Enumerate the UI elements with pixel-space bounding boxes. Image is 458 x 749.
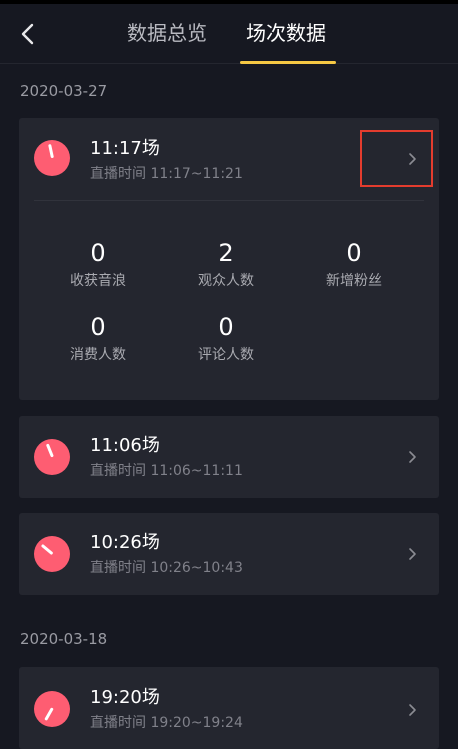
section-date: 2020-03-27 — [20, 82, 108, 100]
stat-label: 消费人数 — [70, 347, 126, 363]
session-time: 直播时间 11:17~11:21 — [90, 166, 243, 182]
session-title: 11:17场 — [90, 138, 160, 159]
stat-new-fans: 0 新增粉丝 — [289, 238, 419, 292]
session-time: 直播时间 10:26~10:43 — [90, 560, 243, 576]
session-time: 直播时间 19:20~19:24 — [90, 715, 243, 731]
chevron-right-icon[interactable] — [405, 703, 419, 717]
highlight-box — [360, 130, 433, 187]
stat-commenters: 0 评论人数 — [161, 312, 291, 366]
top-bar: 数据总览 场次数据 — [0, 0, 458, 64]
stat-label: 新增粉丝 — [326, 273, 382, 289]
stat-value: 2 — [218, 239, 234, 267]
tab-overview-label: 数据总览 — [127, 21, 207, 45]
tab-bar: 数据总览 场次数据 — [0, 16, 458, 64]
stat-label: 评论人数 — [198, 347, 254, 363]
stat-value: 0 — [346, 239, 362, 267]
session-title: 19:20场 — [90, 687, 160, 708]
session-title: 11:06场 — [90, 435, 160, 456]
chevron-right-icon[interactable] — [405, 547, 419, 561]
chevron-right-icon[interactable] — [405, 450, 419, 464]
tab-overview[interactable]: 数据总览 — [127, 16, 207, 60]
session-card[interactable]: 19:20场 直播时间 19:20~19:24 — [19, 667, 439, 749]
stat-consumers: 0 消费人数 — [33, 312, 163, 366]
session-row[interactable]: 11:17场 直播时间 11:17~11:21 — [19, 118, 439, 202]
stat-value: 0 — [218, 313, 234, 341]
session-card[interactable]: 10:26场 直播时间 10:26~10:43 — [19, 513, 439, 595]
stat-label: 观众人数 — [198, 273, 254, 289]
session-title: 10:26场 — [90, 532, 160, 553]
active-tab-indicator — [240, 61, 336, 64]
section-date: 2020-03-18 — [20, 630, 108, 648]
clock-avatar-icon — [34, 140, 70, 176]
clock-avatar-icon — [34, 536, 70, 572]
stat-viewers: 2 观众人数 — [161, 238, 291, 292]
stat-earned-sound-waves: 0 收获音浪 — [33, 238, 163, 292]
tab-session-data-label: 场次数据 — [246, 21, 326, 45]
clock-avatar-icon — [34, 691, 70, 727]
stat-label: 收获音浪 — [70, 273, 126, 289]
divider — [34, 200, 424, 201]
session-card-expanded: 11:17场 直播时间 11:17~11:21 0 收获音浪 2 观众人数 0 … — [19, 118, 439, 400]
stat-value: 0 — [90, 239, 106, 267]
session-card[interactable]: 11:06场 直播时间 11:06~11:11 — [19, 416, 439, 498]
stat-value: 0 — [90, 313, 106, 341]
session-time: 直播时间 11:06~11:11 — [90, 463, 243, 479]
clock-avatar-icon — [34, 439, 70, 475]
tab-session-data[interactable]: 场次数据 — [240, 16, 336, 64]
